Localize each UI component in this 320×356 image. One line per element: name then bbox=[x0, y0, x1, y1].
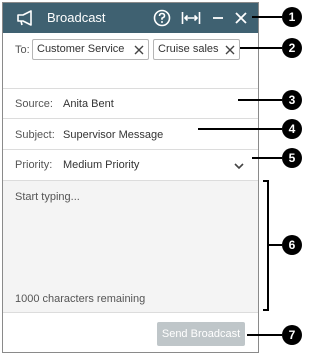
callout-1: 1 bbox=[282, 7, 302, 27]
callout-2: 2 bbox=[282, 38, 302, 58]
callout-lines bbox=[198, 16, 282, 336]
callout-6: 6 bbox=[282, 235, 302, 255]
callout-3: 3 bbox=[282, 90, 302, 110]
callout-7: 7 bbox=[282, 325, 302, 345]
callout-4: 4 bbox=[282, 119, 302, 139]
callout-5: 5 bbox=[282, 148, 302, 168]
